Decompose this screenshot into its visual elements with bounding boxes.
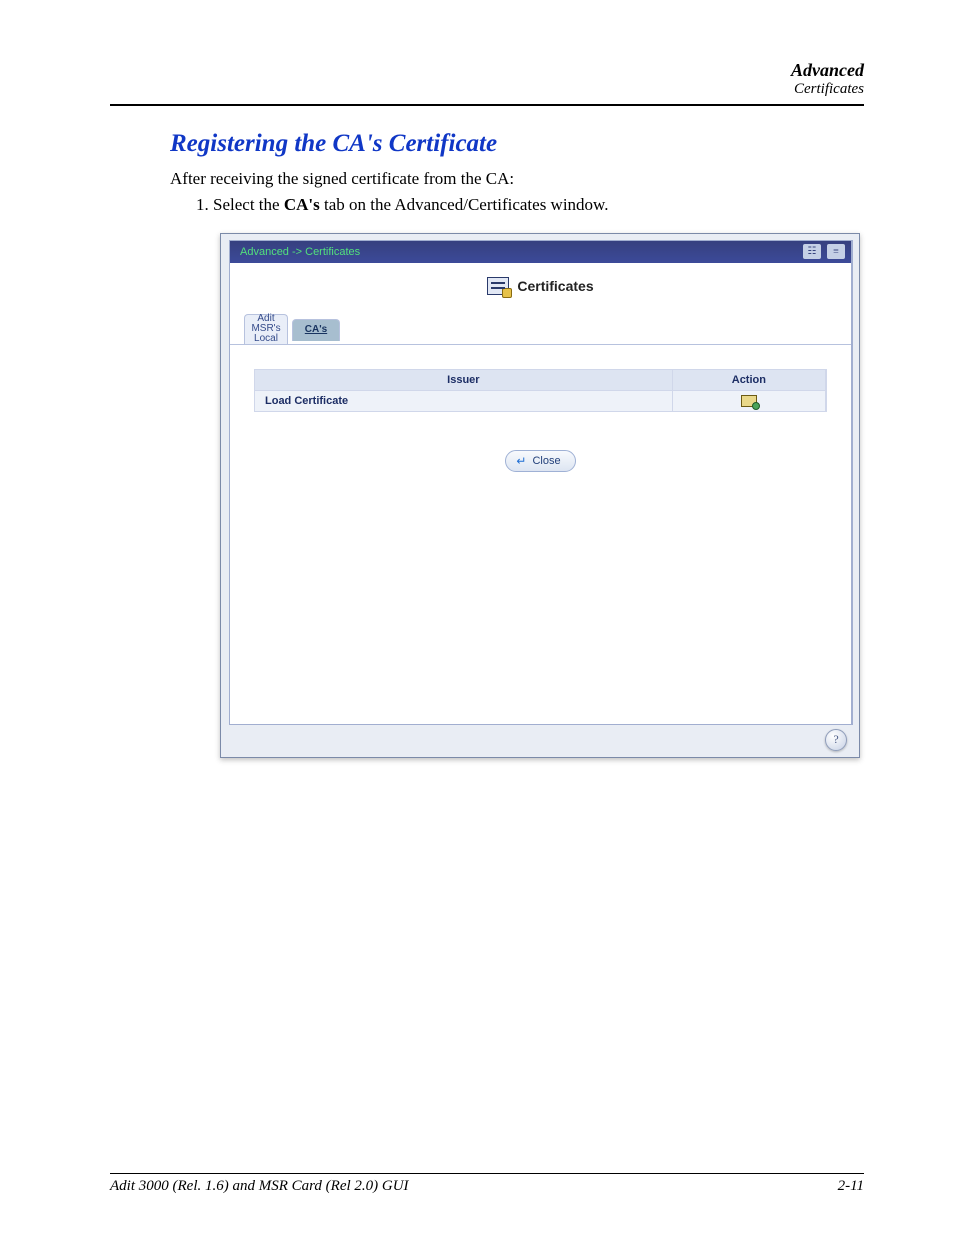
footer-rule [110, 1173, 864, 1174]
close-button-label: Close [532, 455, 560, 467]
footer-row: Adit 3000 (Rel. 1.6) and MSR Card (Rel 2… [110, 1178, 864, 1195]
sitemap-icon[interactable]: ☷ [803, 244, 821, 259]
breadcrumb: Advanced -> Certificates [240, 246, 360, 258]
cell-issuer[interactable]: Load Certificate [255, 391, 673, 411]
step-1: 1. Select the CA's tab on the Advanced/C… [196, 195, 864, 215]
footer-left: Adit 3000 (Rel. 1.6) and MSR Card (Rel 2… [110, 1178, 409, 1195]
panel-title-row: Certificates [230, 263, 851, 309]
step-number: 1. [196, 195, 209, 214]
tab-strip: Adit MSR's Local CA's [230, 309, 851, 345]
step-text-bold: CA's [284, 195, 320, 214]
add-certificate-icon[interactable] [741, 395, 757, 407]
running-header: Advanced Certificates [110, 60, 864, 98]
cell-action [673, 391, 826, 411]
titlebar-icons: ☷ ≡ [803, 244, 845, 259]
window-titlebar: Advanced -> Certificates ☷ ≡ [230, 241, 851, 263]
running-header-line1: Advanced [110, 60, 864, 81]
intro-text: After receiving the signed certificate f… [170, 168, 864, 191]
app-window-inner: Advanced -> Certificates ☷ ≡ Certificate… [229, 240, 853, 725]
tab-cas[interactable]: CA's [292, 319, 340, 341]
section-title: Registering the CA's Certificate [170, 130, 864, 158]
certificates-table: Issuer Action Load Certificate [254, 369, 827, 412]
list-icon[interactable]: ≡ [827, 244, 845, 259]
window-footer: ? [227, 727, 853, 753]
col-header-issuer: Issuer [255, 370, 673, 390]
col-header-action: Action [673, 370, 826, 390]
table-header-row: Issuer Action [255, 370, 826, 390]
document-page: Advanced Certificates Registering the CA… [0, 0, 954, 1235]
help-icon[interactable]: ? [825, 729, 847, 751]
panel-title-text: Certificates [517, 278, 593, 294]
page-footer: Adit 3000 (Rel. 1.6) and MSR Card (Rel 2… [110, 1173, 864, 1195]
close-button[interactable]: ↵ Close [505, 450, 575, 472]
app-window: Advanced -> Certificates ☷ ≡ Certificate… [220, 233, 860, 758]
tab-adit-msrs-local[interactable]: Adit MSR's Local [244, 314, 288, 344]
footer-right: 2-11 [838, 1178, 864, 1195]
running-header-line2: Certificates [110, 81, 864, 98]
step-text-after: tab on the Advanced/Certificates window. [320, 195, 609, 214]
header-rule [110, 104, 864, 106]
table-row: Load Certificate [255, 390, 826, 411]
step-text-before: Select the [213, 195, 284, 214]
enter-arrow-icon: ↵ [516, 454, 526, 468]
close-button-row: ↵ Close [230, 412, 851, 472]
certificates-icon [487, 277, 509, 295]
